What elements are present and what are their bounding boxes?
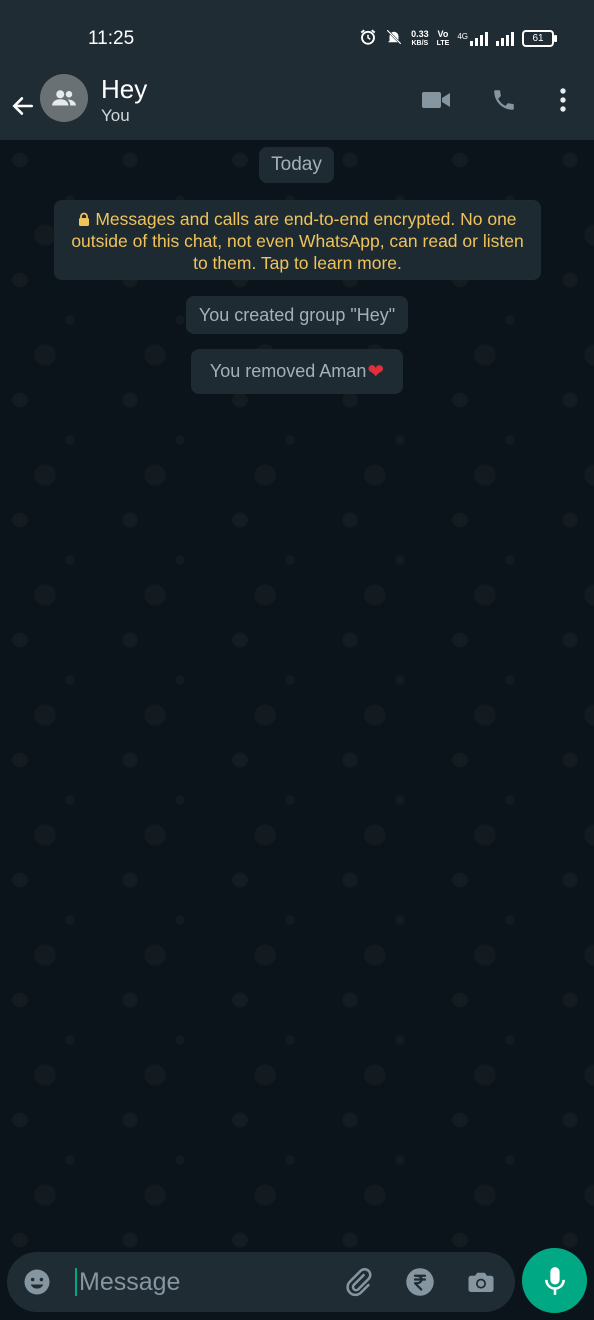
group-avatar[interactable] [40,74,88,122]
encryption-text: Messages and calls are end-to-end encryp… [71,209,524,273]
message-composer[interactable]: Message [7,1252,515,1312]
data-speed-unit: KB/S [411,39,429,47]
system-message: You created group "Hey" [186,296,408,334]
message-input[interactable]: Message [75,1268,180,1296]
data-speed: 0.33 KB/S [411,29,429,49]
attach-icon[interactable] [340,1264,376,1300]
status-time: 11:25 [88,28,135,49]
volte-bottom: LTE [436,39,450,47]
encryption-notice[interactable]: Messages and calls are end-to-end encryp… [54,200,541,280]
mic-button[interactable] [522,1248,587,1313]
mute-icon [385,28,403,49]
emoji-icon[interactable] [19,1264,55,1300]
chat-subtitle[interactable]: You [101,106,130,126]
heart-emoji: ❤ [367,361,385,383]
system-message-text: You removed Aman [209,361,367,381]
chat-header: Hey You [0,74,594,140]
mic-icon [544,1266,565,1295]
more-vert-icon[interactable] [545,82,581,118]
lock-icon [78,209,95,229]
data-speed-value: 0.33 [411,28,429,39]
back-arrow-icon[interactable] [8,86,38,126]
status-bar: 11:25 0.33 KB/S Vo LTE 4G 61 [0,0,594,78]
volte-top: Vo [437,28,449,39]
phone-icon[interactable] [486,82,522,118]
system-message: You removed Aman ❤ [191,349,403,394]
group-avatar-icon [52,90,76,106]
battery-icon: 61 [522,30,557,47]
rupee-icon[interactable] [402,1264,438,1300]
network-label: 4G [457,31,468,41]
chat-title[interactable]: Hey [101,74,147,105]
video-call-icon[interactable] [418,82,454,118]
status-icons: 0.33 KB/S Vo LTE 4G 61 [359,28,557,49]
date-chip: Today [259,147,334,183]
network-4g: 4G [457,31,488,46]
alarm-icon [359,28,377,49]
signal-icon-2 [496,31,514,46]
signal-icon-1 [470,31,488,46]
volte-indicator: Vo LTE [437,29,450,49]
camera-icon[interactable] [463,1264,499,1300]
